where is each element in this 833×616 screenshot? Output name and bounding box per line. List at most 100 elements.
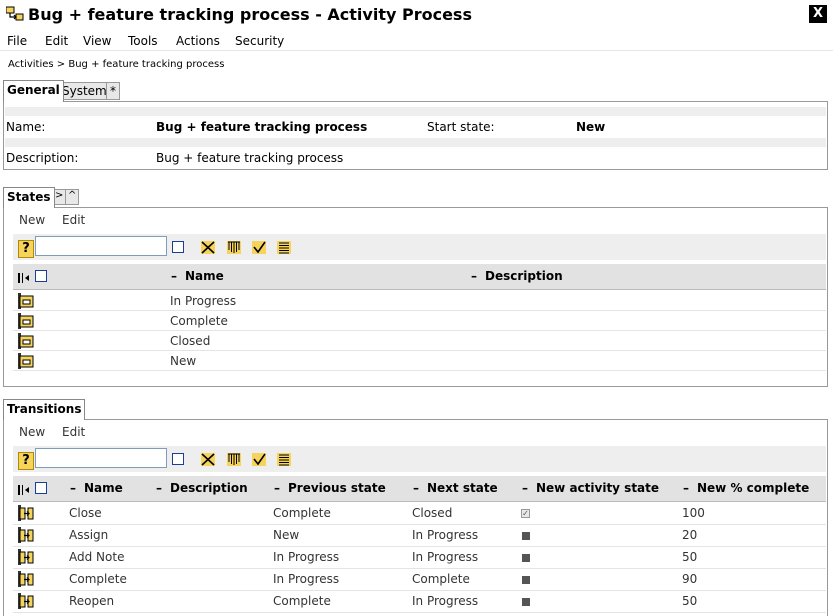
states-new-link[interactable]: New	[19, 213, 45, 227]
transition-previous-state-cell: In Progress	[273, 572, 340, 586]
transitions-col-description[interactable]: – Description	[156, 481, 248, 495]
transition-icon	[18, 593, 34, 609]
state-row[interactable]: In Progress	[13, 291, 826, 311]
transition-name-cell: Complete	[69, 572, 127, 586]
transitions-filter-checkbox[interactable]	[172, 453, 184, 465]
transition-percent-complete-cell: 50	[682, 550, 698, 564]
state-icon	[18, 353, 34, 369]
state-icon	[18, 333, 34, 349]
window-title: Bug + feature tracking process - Activit…	[28, 5, 472, 24]
states-filter-checkbox[interactable]	[172, 241, 184, 253]
state-name-cell: Complete	[170, 314, 228, 328]
transition-icon	[18, 527, 34, 543]
transitions-new-link[interactable]: New	[19, 425, 45, 439]
state-name-cell: New	[170, 354, 197, 368]
transitions-col-new-activity-state[interactable]: – New activity state	[522, 481, 659, 495]
state-icon	[18, 313, 34, 329]
states-col-description[interactable]: – Description	[471, 269, 563, 283]
tab-system[interactable]: System	[58, 82, 111, 100]
transition-percent-complete-cell: 100	[682, 506, 705, 520]
menu-bar: File Edit View Tools Actions Security	[0, 31, 833, 51]
menu-actions[interactable]: Actions	[176, 34, 220, 48]
start-state-value: New	[576, 120, 606, 134]
column-resize-icon[interactable]	[17, 271, 31, 285]
transition-previous-state-cell: In Progress	[273, 550, 340, 564]
transitions-grid-header: – Name – Description – Previous state – Next…	[13, 476, 826, 502]
transition-percent-complete-cell: 50	[682, 594, 698, 608]
breadcrumb[interactable]: Activities > Bug + feature tracking proc…	[8, 59, 224, 70]
transitions-col-previous-state[interactable]: – Previous state	[274, 481, 386, 495]
state-row[interactable]: New	[13, 351, 826, 371]
transition-icon	[18, 505, 34, 521]
activity-state-checkmark-icon: ✓	[521, 509, 530, 518]
menu-view[interactable]: View	[83, 34, 111, 48]
menu-security[interactable]: Security	[235, 34, 284, 48]
transition-icon	[18, 571, 34, 587]
menu-file[interactable]: File	[7, 34, 27, 48]
transition-name-cell: Reopen	[69, 594, 115, 608]
description-value: Bug + feature tracking process	[156, 151, 344, 165]
transitions-col-new-percent-complete[interactable]: – New % complete	[683, 481, 809, 495]
transition-row[interactable]: Close Complete Closed ✓ 100	[13, 503, 826, 525]
transition-previous-state-cell: Complete	[273, 506, 331, 520]
start-state-label: Start state:	[427, 120, 495, 134]
states-col-name[interactable]: – Name	[171, 269, 224, 283]
state-row[interactable]: Complete	[13, 311, 826, 331]
menu-edit[interactable]: Edit	[45, 34, 68, 48]
transition-percent-complete-cell: 90	[682, 572, 698, 586]
filter-icon[interactable]	[226, 452, 242, 467]
state-icon	[18, 293, 34, 309]
transitions-edit-link[interactable]: Edit	[62, 425, 85, 439]
state-name-cell: Closed	[170, 334, 211, 348]
transition-next-state-cell: In Progress	[412, 594, 479, 608]
filter-icon[interactable]	[226, 240, 242, 255]
list-view-icon[interactable]	[276, 452, 292, 467]
row-separator	[5, 138, 826, 147]
tab-transitions[interactable]: Transitions	[3, 399, 86, 420]
transition-previous-state-cell: Complete	[273, 594, 331, 608]
states-edit-link[interactable]: Edit	[62, 213, 85, 227]
transition-row[interactable]: Complete In Progress Complete 90	[13, 569, 826, 591]
activity-state-square-icon	[522, 554, 530, 562]
states-select-all-checkbox[interactable]	[35, 270, 47, 282]
transition-row[interactable]: Reopen Complete In Progress 50	[13, 591, 826, 613]
select-all-icon[interactable]	[251, 452, 267, 467]
transition-row[interactable]: Add Note In Progress In Progress 50	[13, 547, 826, 569]
transitions-col-name[interactable]: – Name	[70, 481, 123, 495]
states-panel: New Edit ? – Name – Description In Progres…	[3, 207, 828, 387]
states-filter-input[interactable]	[35, 236, 167, 256]
list-view-icon[interactable]	[276, 240, 292, 255]
transition-row[interactable]: Assign New In Progress 20	[13, 525, 826, 547]
close-button[interactable]: X	[809, 5, 827, 23]
tab-star[interactable]: *	[106, 82, 120, 100]
states-grid-header: – Name – Description	[13, 264, 826, 290]
general-panel: Name: Bug + feature tracking process Sta…	[3, 101, 828, 170]
help-icon[interactable]: ?	[18, 240, 34, 258]
transition-next-state-cell: In Progress	[412, 550, 479, 564]
title-bar: Bug + feature tracking process - Activit…	[0, 0, 833, 30]
menu-tools[interactable]: Tools	[128, 34, 158, 48]
select-all-icon[interactable]	[251, 240, 267, 255]
name-value: Bug + feature tracking process	[156, 120, 368, 134]
transition-name-cell: Close	[69, 506, 102, 520]
tab-general[interactable]: General	[3, 80, 64, 102]
column-resize-icon[interactable]	[17, 483, 31, 497]
transition-next-state-cell: In Progress	[412, 528, 479, 542]
state-name-cell: In Progress	[170, 294, 237, 308]
state-row[interactable]: Closed	[13, 331, 826, 351]
clear-filter-icon[interactable]	[200, 452, 216, 467]
row-separator	[5, 107, 826, 116]
clear-filter-icon[interactable]	[200, 240, 216, 255]
transitions-select-all-checkbox[interactable]	[35, 482, 47, 494]
up-button[interactable]: ^	[65, 189, 80, 205]
process-icon	[6, 6, 24, 21]
states-filter-toolbar: ?	[13, 234, 826, 260]
description-label: Description:	[6, 151, 79, 165]
tab-states[interactable]: States	[3, 187, 55, 208]
transitions-filter-input[interactable]	[35, 448, 167, 468]
help-icon[interactable]: ?	[18, 452, 34, 470]
transition-percent-complete-cell: 20	[682, 528, 698, 542]
activity-state-square-icon	[522, 532, 530, 540]
transitions-col-next-state[interactable]: – Next state	[413, 481, 498, 495]
name-label: Name:	[6, 120, 46, 134]
